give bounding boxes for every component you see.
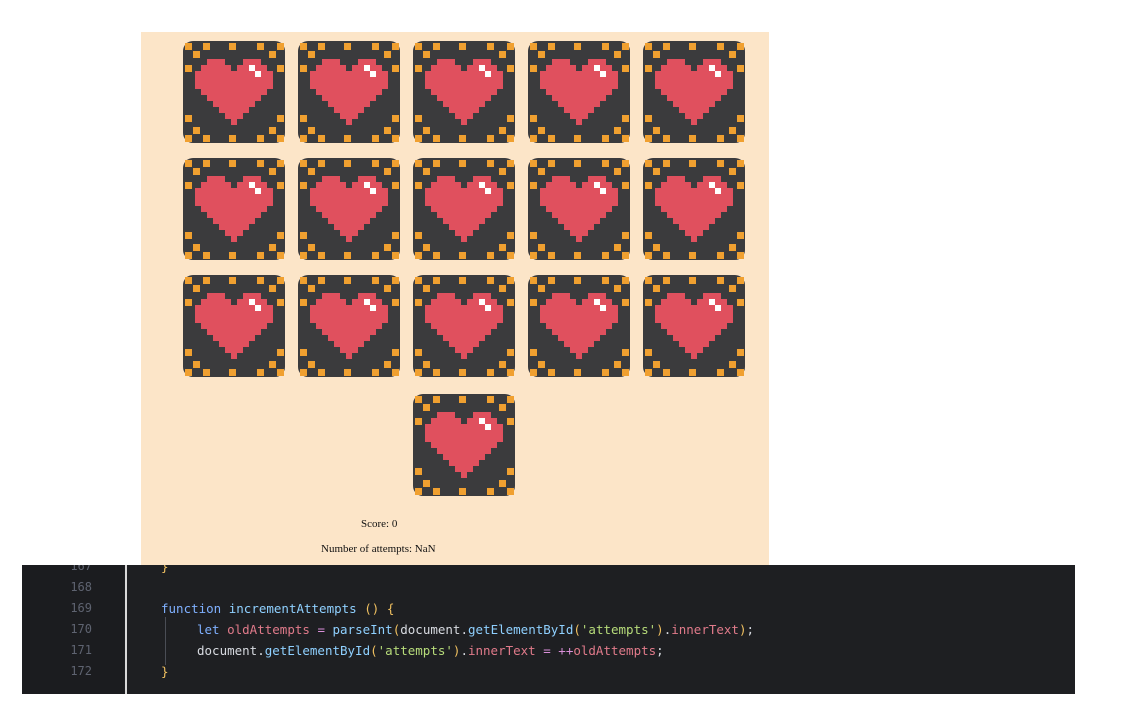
heart-icon: [298, 275, 400, 377]
code-line-167[interactable]: }: [161, 565, 169, 574]
code-line-170[interactable]: let oldAttempts = parseInt(document.getE…: [197, 622, 754, 637]
heart-icon: [413, 275, 515, 377]
memory-card[interactable]: [643, 158, 745, 260]
score-text: Score: 0: [361, 518, 398, 530]
heart-icon: [413, 394, 515, 496]
attempts-label: Number of attempts: NaN: [321, 543, 436, 555]
heart-icon: [413, 41, 515, 143]
memory-card[interactable]: [298, 41, 400, 143]
heart-icon: [643, 275, 745, 377]
line-number: 171: [70, 643, 92, 657]
game-board: Score: 0 Number of attempts: NaN: [141, 32, 769, 565]
line-number: 169: [70, 601, 92, 615]
heart-icon: [528, 158, 630, 260]
heart-icon: [413, 158, 515, 260]
heart-icon: [298, 41, 400, 143]
memory-card[interactable]: [528, 41, 630, 143]
line-number: 168: [70, 580, 92, 594]
memory-card[interactable]: [413, 158, 515, 260]
memory-card[interactable]: [183, 275, 285, 377]
heart-icon: [643, 41, 745, 143]
memory-card[interactable]: [413, 394, 515, 496]
heart-icon: [298, 158, 400, 260]
heart-icon: [528, 41, 630, 143]
memory-card[interactable]: [643, 41, 745, 143]
memory-card[interactable]: [183, 41, 285, 143]
code-line-172[interactable]: }: [161, 664, 169, 679]
memory-card[interactable]: [528, 158, 630, 260]
heart-icon: [528, 275, 630, 377]
attempts-text: Number of attempts: NaN: [321, 543, 436, 555]
memory-card[interactable]: [298, 275, 400, 377]
memory-card[interactable]: [413, 41, 515, 143]
memory-card[interactable]: [183, 158, 285, 260]
memory-card[interactable]: [528, 275, 630, 377]
heart-icon: [183, 41, 285, 143]
indent-guide: [165, 617, 166, 665]
line-number: 167: [70, 565, 92, 573]
heart-icon: [643, 158, 745, 260]
memory-card[interactable]: [413, 275, 515, 377]
memory-card[interactable]: [643, 275, 745, 377]
gutter-border: [125, 565, 127, 694]
code-line-171[interactable]: document.getElementById('attempts').inne…: [197, 643, 664, 658]
line-number: 172: [70, 664, 92, 678]
memory-card[interactable]: [298, 158, 400, 260]
code-editor[interactable]: 167 168 169 170 171 172 } function incre…: [22, 565, 1075, 694]
line-number: 170: [70, 622, 92, 636]
heart-icon: [183, 275, 285, 377]
heart-icon: [183, 158, 285, 260]
code-line-169[interactable]: function incrementAttempts () {: [161, 601, 394, 616]
